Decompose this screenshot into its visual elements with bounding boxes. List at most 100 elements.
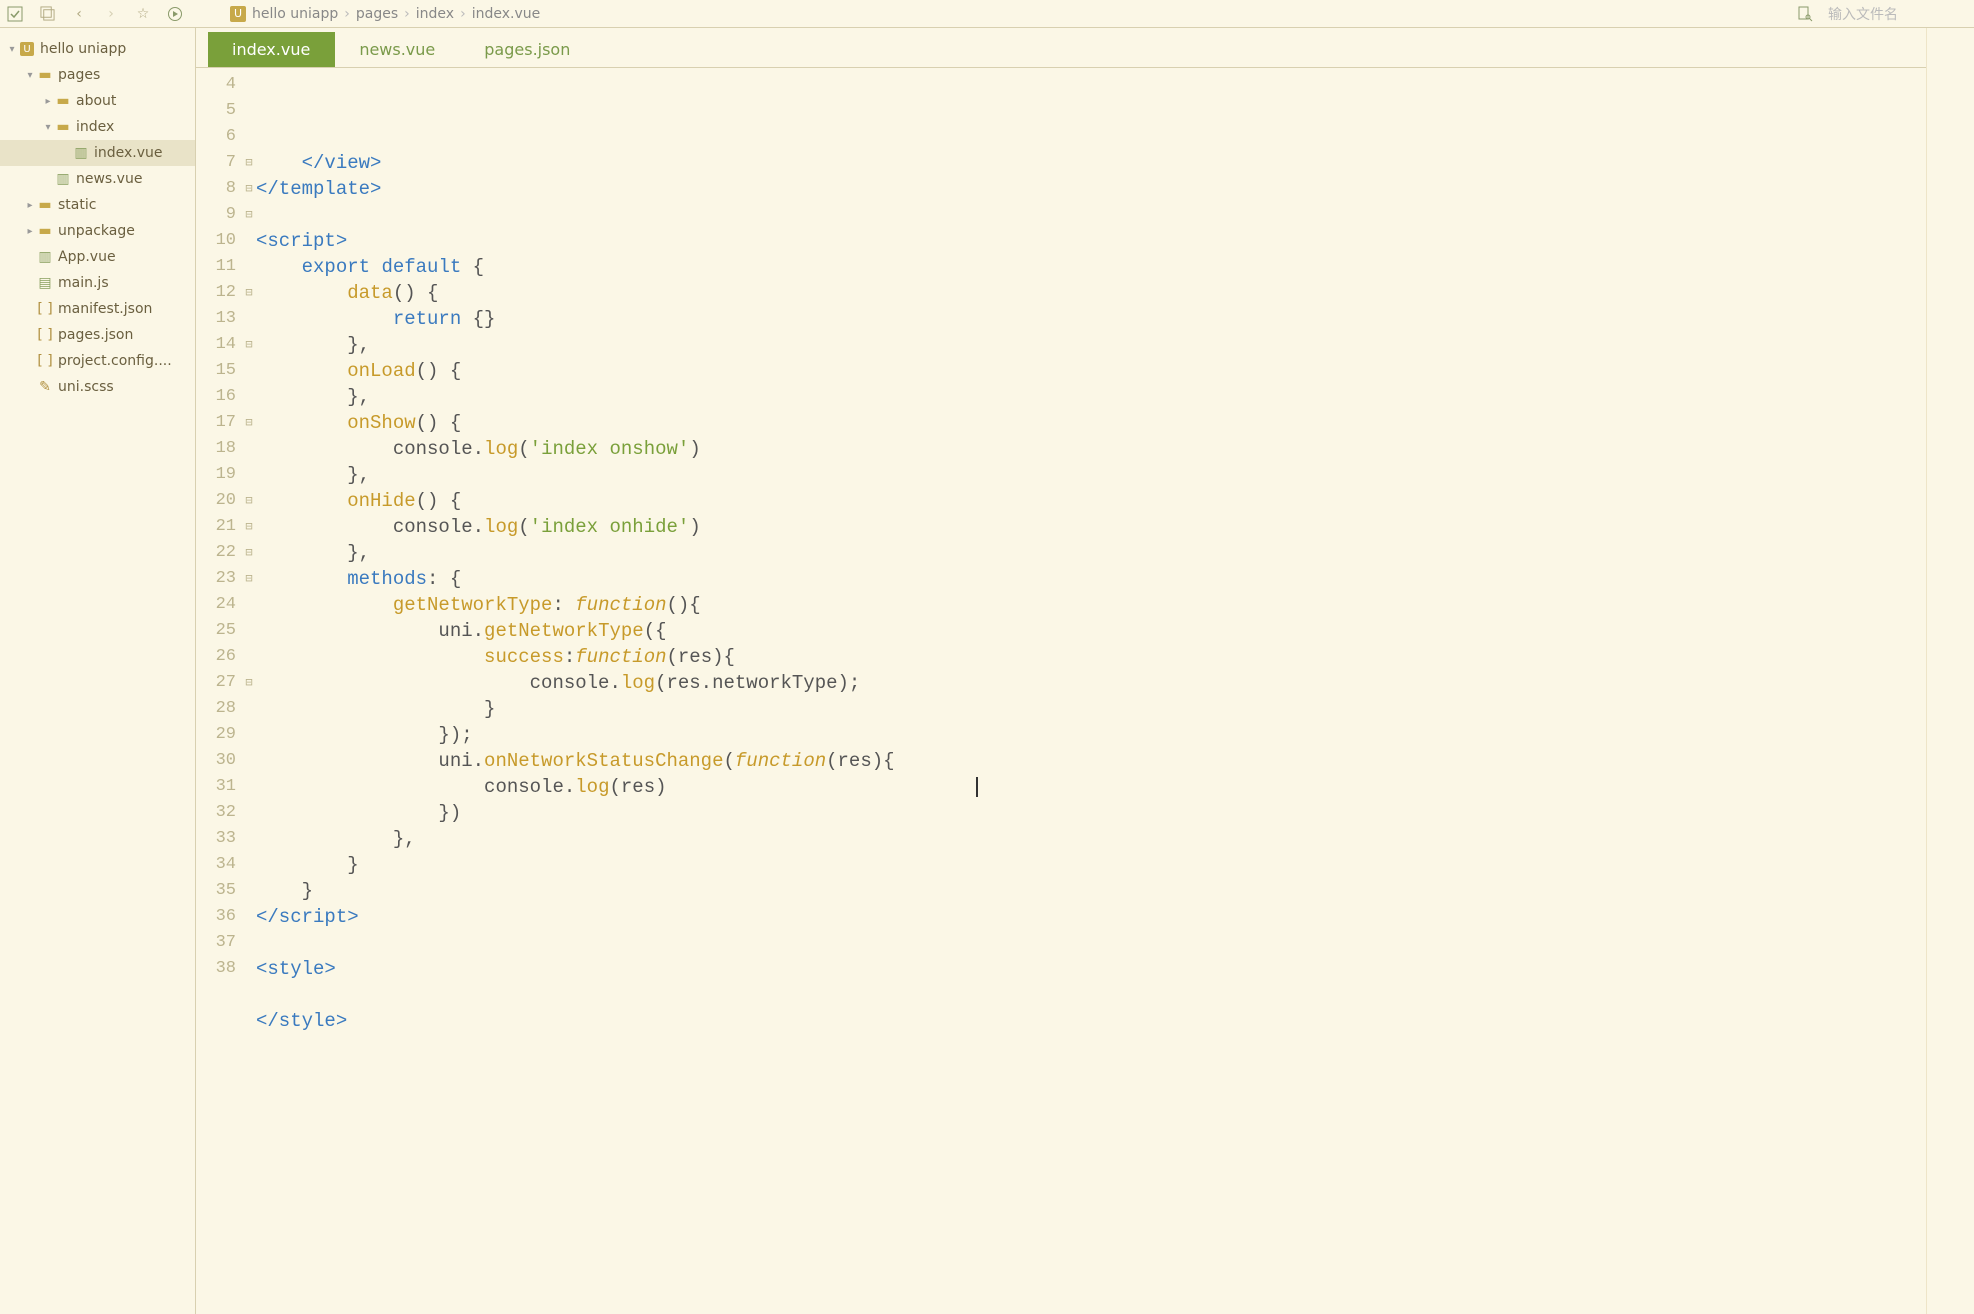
code-line[interactable]: } [256, 852, 1926, 878]
file-search-input[interactable] [1828, 6, 1968, 22]
fold-marker[interactable] [242, 904, 256, 930]
star-icon[interactable]: ☆ [134, 5, 152, 23]
tree-item-main-js[interactable]: ▤main.js [0, 270, 195, 296]
code-line[interactable]: </script> [256, 904, 1926, 930]
save-all-icon[interactable] [38, 5, 56, 23]
tree-item-news-vue[interactable]: ▥news.vue [0, 166, 195, 192]
code-line[interactable]: onLoad() { [256, 358, 1926, 384]
fold-marker[interactable]: ⊟ [242, 540, 256, 566]
fold-marker[interactable] [242, 878, 256, 904]
code-line[interactable]: getNetworkType: function(){ [256, 592, 1926, 618]
fold-marker[interactable] [242, 436, 256, 462]
tree-item-index[interactable]: ▾▬index [0, 114, 195, 140]
breadcrumb-item[interactable]: index [416, 6, 454, 22]
fold-marker[interactable] [242, 592, 256, 618]
fold-marker[interactable]: ⊟ [242, 150, 256, 176]
code-line[interactable]: }) [256, 800, 1926, 826]
nav-forward-icon[interactable]: › [102, 5, 120, 23]
tree-arrow-icon[interactable]: ▾ [24, 70, 36, 81]
tree-arrow-icon[interactable]: ▾ [6, 44, 18, 55]
code-line[interactable]: }); [256, 722, 1926, 748]
code-line[interactable]: <script> [256, 228, 1926, 254]
fold-marker[interactable] [242, 306, 256, 332]
fold-marker[interactable]: ⊟ [242, 514, 256, 540]
code-line[interactable]: console.log('index onhide') [256, 514, 1926, 540]
fold-marker[interactable] [242, 930, 256, 956]
tree-item-pages-json[interactable]: [ ]pages.json [0, 322, 195, 348]
code-editor[interactable]: 4567891011121314151617181920212223242526… [196, 68, 1926, 1314]
code-line[interactable] [256, 1034, 1926, 1060]
fold-marker[interactable] [242, 956, 256, 982]
fold-marker[interactable] [242, 696, 256, 722]
tab-index-vue[interactable]: index.vue [208, 32, 335, 67]
code-line[interactable]: uni.getNetworkType({ [256, 618, 1926, 644]
fold-marker[interactable] [242, 826, 256, 852]
code-line[interactable]: } [256, 878, 1926, 904]
code-line[interactable]: }, [256, 826, 1926, 852]
fold-marker[interactable] [242, 462, 256, 488]
fold-marker[interactable] [242, 384, 256, 410]
fold-marker[interactable]: ⊟ [242, 488, 256, 514]
tree-item-hello-uniapp[interactable]: ▾Uhello uniapp [0, 36, 195, 62]
code-line[interactable]: success:function(res){ [256, 644, 1926, 670]
fold-marker[interactable] [242, 72, 256, 98]
nav-back-icon[interactable]: ‹ [70, 5, 88, 23]
code-line[interactable]: }, [256, 540, 1926, 566]
code-line[interactable]: }, [256, 332, 1926, 358]
code-line[interactable]: }, [256, 462, 1926, 488]
fold-marker[interactable] [242, 358, 256, 384]
tree-item-manifest-json[interactable]: [ ]manifest.json [0, 296, 195, 322]
code-line[interactable]: methods: { [256, 566, 1926, 592]
code-line[interactable]: data() { [256, 280, 1926, 306]
tree-arrow-icon[interactable]: ▾ [42, 122, 54, 133]
fold-marker[interactable] [242, 748, 256, 774]
code-line[interactable]: <style> [256, 956, 1926, 982]
code-line[interactable]: } [256, 696, 1926, 722]
fold-marker[interactable] [242, 644, 256, 670]
code-line[interactable]: onShow() { [256, 410, 1926, 436]
tab-news-vue[interactable]: news.vue [335, 32, 460, 67]
fold-marker[interactable]: ⊟ [242, 202, 256, 228]
fold-marker[interactable]: ⊟ [242, 670, 256, 696]
breadcrumb-item[interactable]: hello uniapp [252, 6, 338, 22]
fold-marker[interactable] [242, 124, 256, 150]
tree-arrow-icon[interactable]: ▸ [24, 226, 36, 237]
fold-marker[interactable] [242, 852, 256, 878]
fold-marker[interactable] [242, 774, 256, 800]
code-line[interactable]: </style> [256, 1008, 1926, 1034]
tree-item-uni-scss[interactable]: ✎uni.scss [0, 374, 195, 400]
code-line[interactable]: uni.onNetworkStatusChange(function(res){ [256, 748, 1926, 774]
run-icon[interactable] [166, 5, 184, 23]
code-line[interactable] [256, 202, 1926, 228]
fold-marker[interactable]: ⊟ [242, 332, 256, 358]
fold-marker[interactable] [242, 800, 256, 826]
code-content[interactable]: </view></template><script> export defaul… [256, 68, 1926, 1314]
fold-marker[interactable] [242, 98, 256, 124]
tree-item-unpackage[interactable]: ▸▬unpackage [0, 218, 195, 244]
file-search-icon[interactable] [1796, 5, 1814, 23]
code-line[interactable] [256, 982, 1926, 1008]
fold-marker[interactable]: ⊟ [242, 566, 256, 592]
fold-gutter[interactable]: ⊟⊟⊟⊟⊟⊟⊟⊟⊟⊟⊟ [242, 68, 256, 1314]
fold-marker[interactable]: ⊟ [242, 176, 256, 202]
fold-marker[interactable] [242, 254, 256, 280]
code-line[interactable]: </template> [256, 176, 1926, 202]
fold-marker[interactable]: ⊟ [242, 280, 256, 306]
tab-pages-json[interactable]: pages.json [460, 32, 595, 67]
tree-arrow-icon[interactable]: ▸ [24, 200, 36, 211]
code-line[interactable]: onHide() { [256, 488, 1926, 514]
code-line[interactable]: console.log(res.networkType); [256, 670, 1926, 696]
tree-item-static[interactable]: ▸▬static [0, 192, 195, 218]
code-line[interactable]: console.log(res) [256, 774, 1926, 800]
code-line[interactable]: }, [256, 384, 1926, 410]
tree-item-pages[interactable]: ▾▬pages [0, 62, 195, 88]
tree-item-about[interactable]: ▸▬about [0, 88, 195, 114]
code-line[interactable]: console.log('index onshow') [256, 436, 1926, 462]
tree-arrow-icon[interactable]: ▸ [42, 96, 54, 107]
breadcrumb-item[interactable]: index.vue [472, 6, 541, 22]
fold-marker[interactable] [242, 618, 256, 644]
tree-item-index-vue[interactable]: ▥index.vue [0, 140, 195, 166]
code-line[interactable] [256, 930, 1926, 956]
fold-marker[interactable]: ⊟ [242, 410, 256, 436]
code-line[interactable]: export default { [256, 254, 1926, 280]
